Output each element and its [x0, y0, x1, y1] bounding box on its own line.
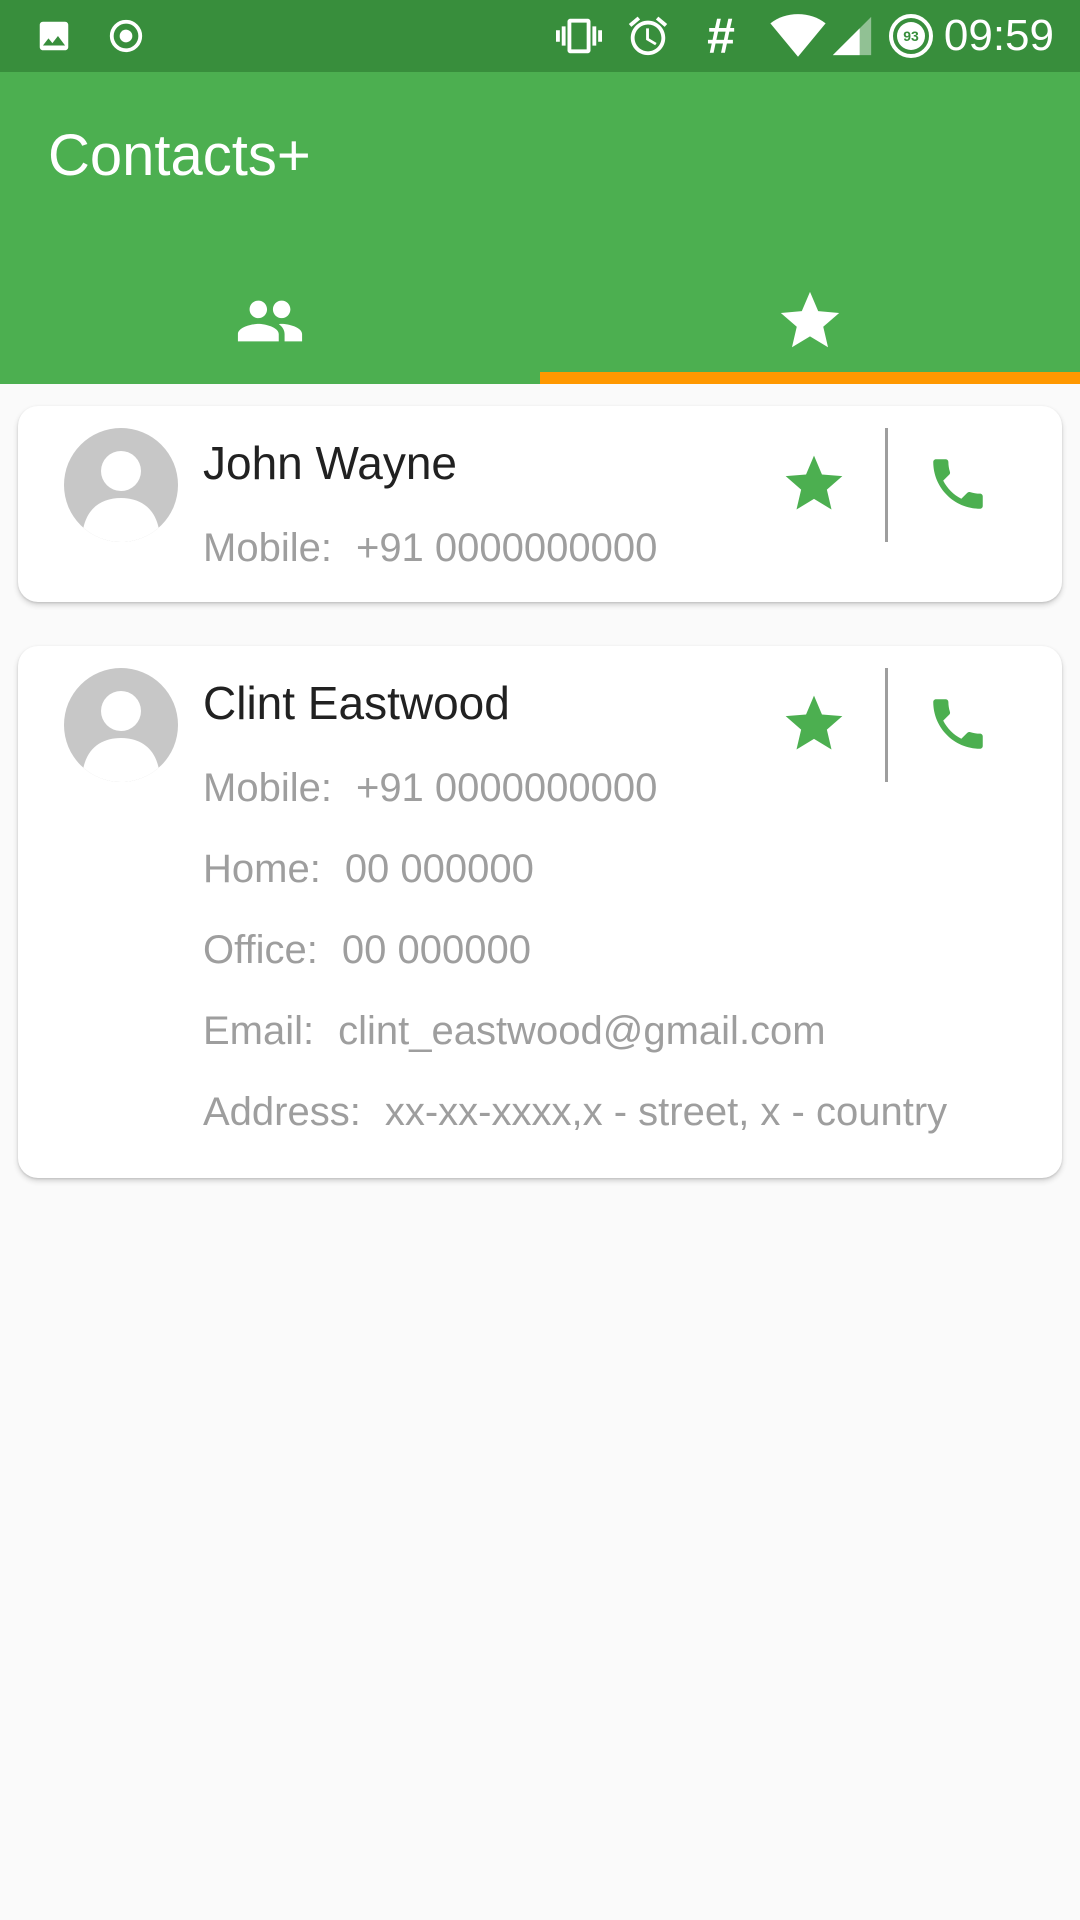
contact-card[interactable]: Clint Eastwood Mobile: +91 0000000000 Hom… — [18, 646, 1062, 1178]
star-icon — [775, 286, 845, 361]
people-icon — [235, 286, 305, 361]
field-value: +91 0000000000 — [355, 526, 658, 570]
tab-favorites[interactable] — [540, 262, 1080, 384]
contact-mobile: Mobile: +91 0000000000 — [203, 526, 657, 571]
clock: 09:59 — [943, 11, 1054, 60]
field-value: clint_eastwood@gmail.com — [338, 1009, 826, 1053]
record-icon — [106, 0, 146, 72]
field-value: +91 0000000000 — [355, 766, 658, 810]
app-title: Contacts+ — [48, 123, 311, 188]
field-value: 00 000000 — [344, 847, 534, 891]
call-button[interactable] — [918, 686, 998, 766]
field-label: Email: — [203, 1009, 315, 1053]
favorite-button[interactable] — [778, 450, 850, 522]
field-label: Office: — [203, 928, 318, 972]
star-icon — [780, 690, 848, 763]
contact-email: Email: clint_eastwood@gmail.com — [203, 1009, 826, 1054]
field-label: Address: — [203, 1090, 361, 1134]
battery-icon: 93 — [886, 0, 936, 72]
field-label: Home: — [203, 847, 321, 891]
divider — [885, 428, 888, 542]
contact-home: Home: 00 000000 — [203, 847, 534, 892]
phone-icon — [925, 451, 991, 522]
contact-office: Office: 00 000000 — [203, 928, 531, 973]
contact-mobile: Mobile: +91 0000000000 — [203, 766, 657, 811]
field-value: 00 000000 — [341, 928, 531, 972]
contact-address: Address: xx-xx-xxxx,x - street, x - count… — [203, 1090, 947, 1135]
image-icon — [34, 0, 74, 72]
divider — [885, 668, 888, 782]
tab-all-contacts[interactable] — [0, 262, 540, 384]
battery-level: 93 — [903, 28, 919, 44]
tab-bar — [0, 262, 1080, 384]
hash-icon: # — [707, 8, 735, 64]
vibrate-icon — [550, 0, 608, 72]
star-icon — [780, 450, 848, 523]
contact-name: John Wayne — [203, 437, 457, 489]
field-label: Mobile: — [203, 766, 332, 810]
field-label: Mobile: — [203, 526, 332, 570]
avatar — [64, 668, 178, 782]
phone-icon — [925, 691, 991, 762]
avatar — [64, 428, 178, 542]
contact-card[interactable]: John Wayne Mobile: +91 0000000000 — [18, 406, 1062, 602]
wifi-icon — [770, 0, 826, 72]
alarm-icon — [624, 0, 672, 72]
call-button[interactable] — [918, 446, 998, 526]
signal-icon — [828, 0, 876, 72]
status-bar: # 93 09:59 — [0, 0, 1080, 72]
field-value: xx-xx-xxxx,x - street, x - country — [384, 1090, 948, 1134]
contact-name: Clint Eastwood — [203, 677, 510, 729]
favorite-button[interactable] — [778, 690, 850, 762]
app-bar: Contacts+ — [0, 72, 1080, 384]
